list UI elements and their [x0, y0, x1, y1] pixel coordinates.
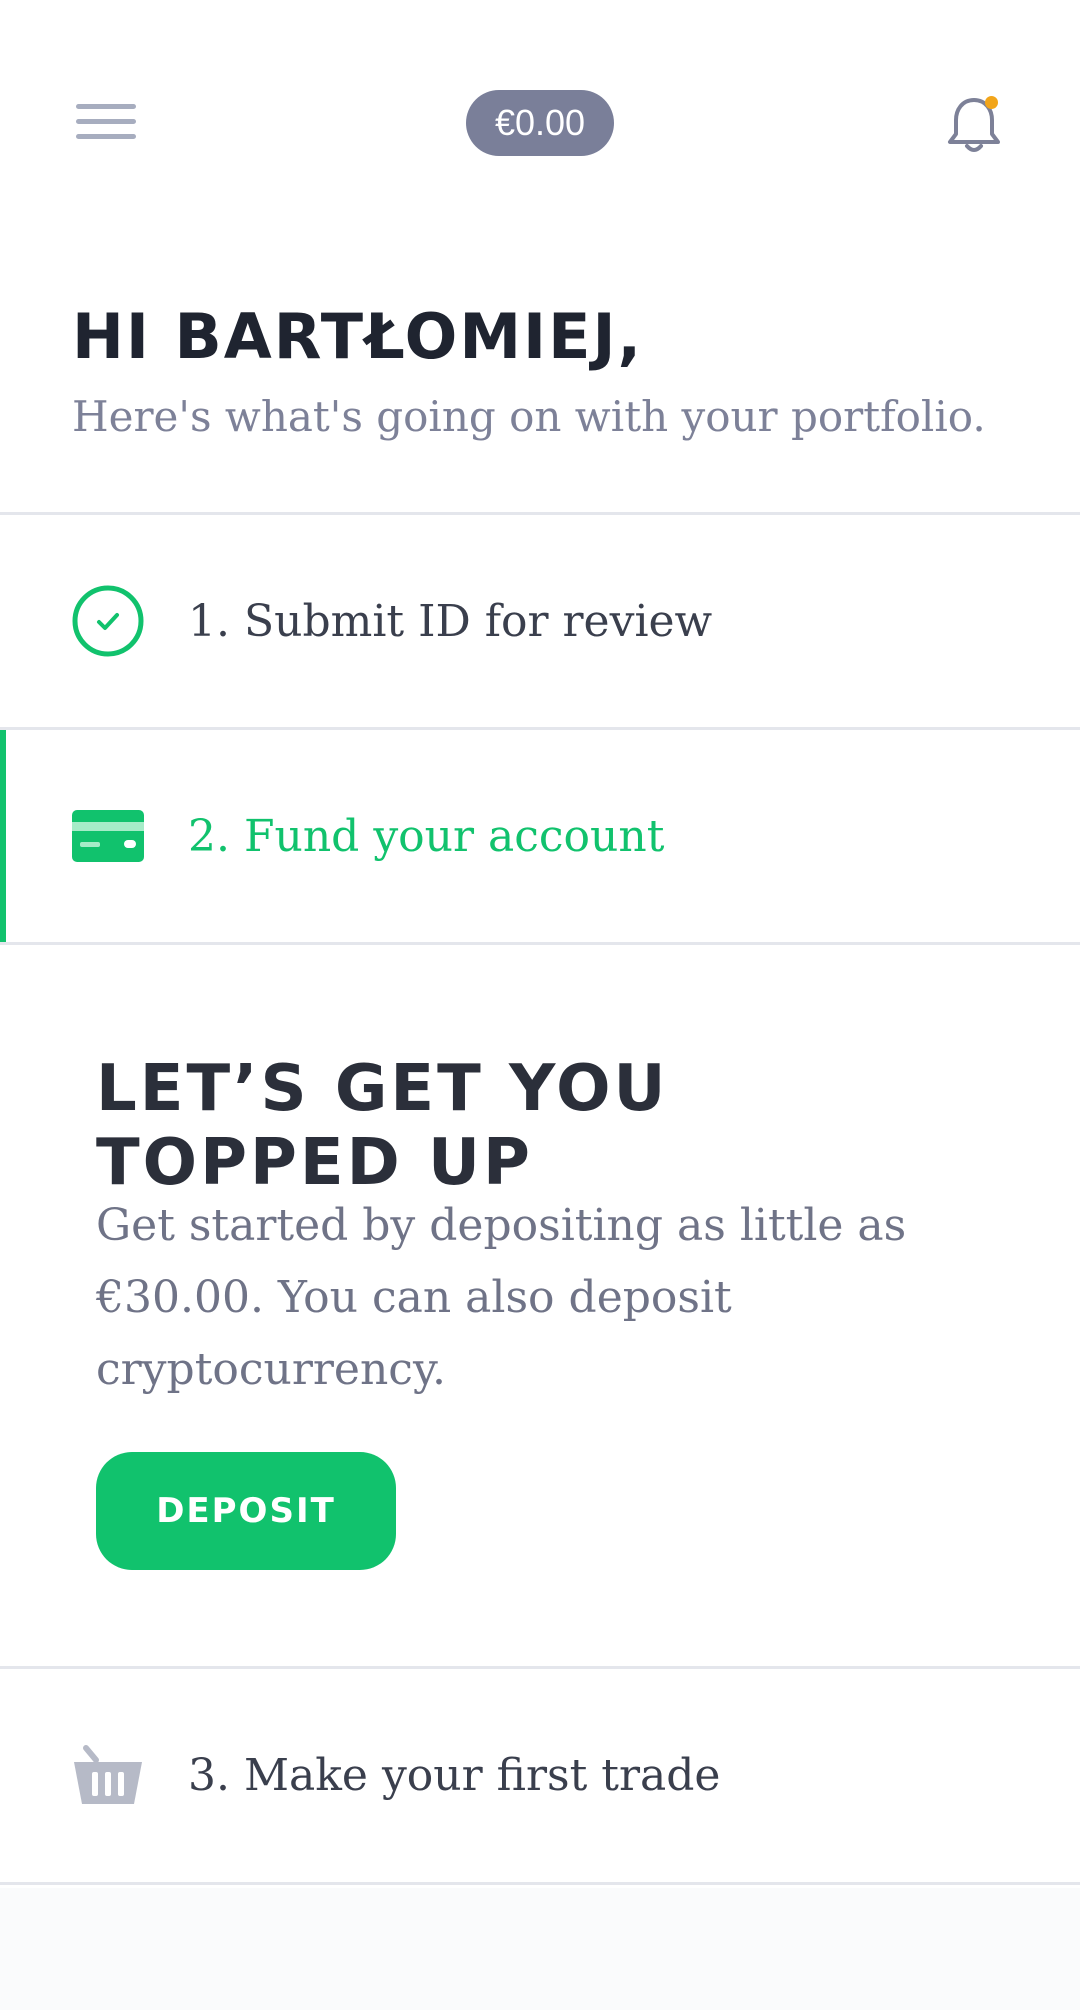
step-first-trade[interactable]: 3. Make your first trade: [0, 1669, 1080, 1881]
divider: [0, 942, 1080, 945]
greeting-subtitle: Here's what's going on with your portfol…: [72, 392, 986, 441]
hamburger-menu-icon[interactable]: [76, 104, 136, 140]
active-step-indicator: [0, 730, 6, 942]
balance-pill[interactable]: €0.00: [466, 90, 614, 156]
topup-title: LET’S GET YOU TOPPED UP: [96, 1052, 669, 1200]
top-bar: €0.00: [0, 0, 1080, 250]
topup-description: Get started by depositing as little as €…: [96, 1200, 907, 1395]
bell-icon[interactable]: [946, 92, 1002, 156]
step-submit-id[interactable]: 1. Submit ID for review: [0, 515, 1080, 727]
basket-icon: [72, 1739, 144, 1811]
step-label: 3. Make your first trade: [188, 1749, 721, 1801]
step-label: 2. Fund your account: [188, 810, 665, 862]
step-label: 1. Submit ID for review: [188, 595, 713, 647]
credit-card-icon: [72, 800, 144, 872]
notification-dot: [985, 96, 998, 109]
topup-section: LET’S GET YOU TOPPED UP: [96, 1052, 996, 1200]
footer-area: [0, 1888, 1080, 2010]
step-fund-account[interactable]: 2. Fund your account: [0, 730, 1080, 942]
divider: [0, 1882, 1080, 1885]
greeting-title: HI BARTŁOMIEJ,: [72, 300, 644, 373]
deposit-button[interactable]: DEPOSIT: [96, 1452, 396, 1570]
check-circle-icon: [72, 585, 144, 657]
